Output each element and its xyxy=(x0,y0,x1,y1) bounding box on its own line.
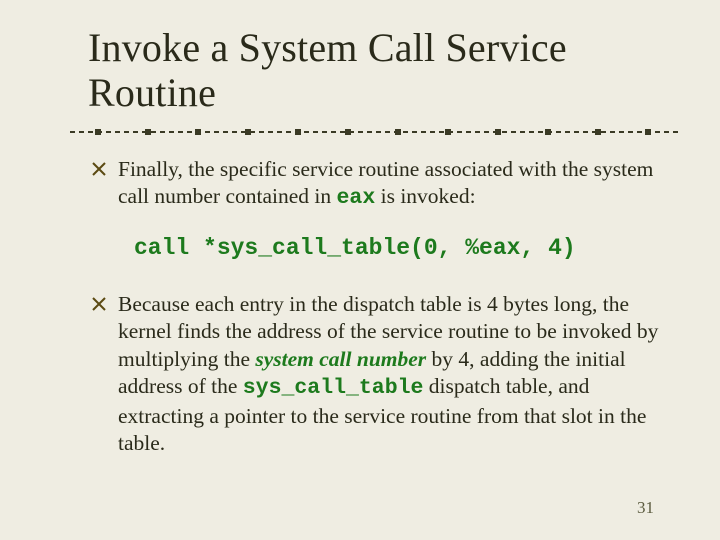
b2-code: sys_call_table xyxy=(243,376,424,400)
bullet-cross-icon xyxy=(92,162,106,181)
slide-title: Invoke a System Call Service Routine xyxy=(88,26,670,116)
list-item: Because each entry in the dispatch table… xyxy=(92,291,662,458)
code-block: call *sys_call_table(0, %eax, 4) xyxy=(134,235,662,261)
b2-em: system call number xyxy=(255,347,426,371)
list-item: Finally, the specific service routine as… xyxy=(92,156,662,213)
stitch-line-icon xyxy=(70,126,680,138)
title-line-1: Invoke a System Call Service xyxy=(88,25,567,70)
bullet-list: Finally, the specific service routine as… xyxy=(92,156,662,458)
title-line-2: Routine xyxy=(88,70,216,115)
b1-post: is invoked: xyxy=(375,184,475,208)
b1-code: eax xyxy=(337,186,376,210)
slide: Invoke a System Call Service Routine xyxy=(0,0,720,540)
divider-stitched xyxy=(70,126,670,138)
bullet-1-text: Finally, the specific service routine as… xyxy=(118,156,662,213)
page-number: 31 xyxy=(637,498,654,518)
bullet-2-text: Because each entry in the dispatch table… xyxy=(118,291,662,458)
bullet-cross-icon xyxy=(92,297,106,316)
